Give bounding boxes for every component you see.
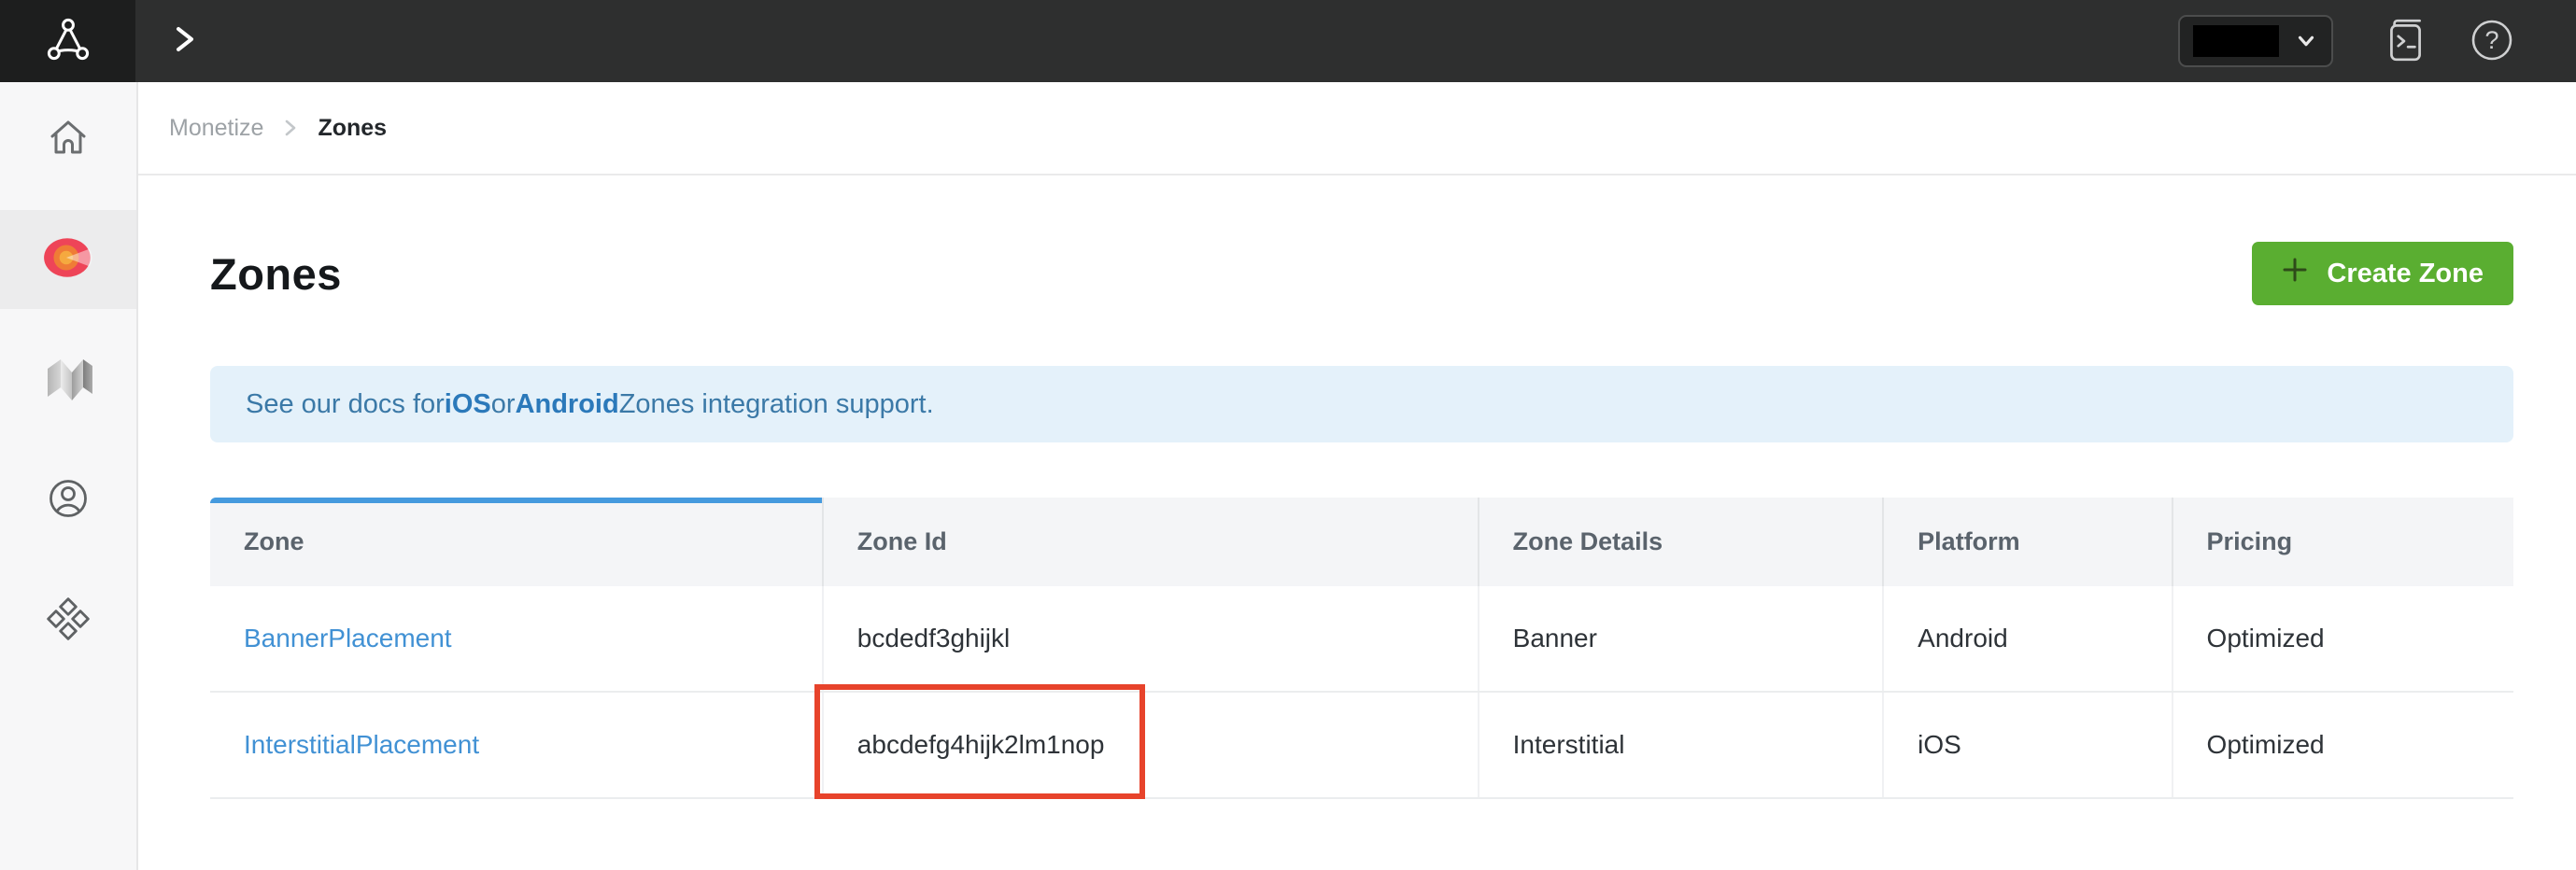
breadcrumb-chevron-icon: [282, 118, 299, 138]
zone-details-cell: Interstitial: [1479, 693, 1885, 797]
docs-terminal-button[interactable]: [2384, 16, 2427, 67]
chevron-right-icon: [169, 22, 199, 61]
banner-text-prefix: See our docs for: [246, 389, 445, 420]
topbar: ?: [0, 0, 2576, 82]
column-header-platform[interactable]: Platform: [1884, 498, 2173, 586]
breadcrumb: Monetize Zones: [138, 82, 2576, 175]
sidebar-item-apps[interactable]: [0, 571, 136, 670]
platform-cell: iOS: [1884, 693, 2173, 797]
sidebar: [0, 82, 138, 870]
android-docs-link[interactable]: Android: [516, 389, 619, 420]
sidebar-item-max[interactable]: [0, 330, 136, 429]
pricing-cell: Optimized: [2173, 586, 2513, 691]
table-row: InterstitialPlacement abcdefg4hijk2lm1no…: [210, 693, 2513, 799]
max-folded-map-icon: [40, 354, 96, 407]
create-zone-label: Create Zone: [2327, 259, 2484, 289]
svg-text:?: ?: [2484, 26, 2498, 54]
page-title: Zones: [210, 248, 342, 300]
main-content: Monetize Zones Zones Create Zone See our…: [138, 82, 2576, 870]
sidebar-item-monetize[interactable]: [0, 210, 136, 309]
zone-id-cell-highlighted: abcdefg4hijk2lm1nop: [824, 693, 1479, 797]
column-header-pricing[interactable]: Pricing: [2173, 498, 2513, 586]
zone-id-cell: bcdedf3ghijkl: [824, 586, 1479, 691]
table-header-row: Zone Zone Id Zone Details Platform Prici…: [210, 498, 2513, 586]
platform-cell: Android: [1884, 586, 2173, 691]
topbar-right-group: ?: [2178, 15, 2576, 67]
zones-table: Zone Zone Id Zone Details Platform Prici…: [210, 498, 2513, 799]
create-zone-button[interactable]: Create Zone: [2252, 242, 2513, 305]
breadcrumb-zones: Zones: [318, 115, 387, 142]
banner-text-conjunction: or: [491, 389, 516, 420]
applovin-triangle-logo-icon: [44, 15, 92, 68]
column-header-zone-id[interactable]: Zone Id: [824, 498, 1479, 586]
pricing-cell: Optimized: [2173, 693, 2513, 797]
plus-icon: [2282, 257, 2308, 290]
chevron-down-icon: [2294, 29, 2318, 53]
user-icon: [46, 476, 91, 526]
zone-details-cell: Banner: [1479, 586, 1885, 691]
column-header-zone-details[interactable]: Zone Details: [1479, 498, 1885, 586]
help-button[interactable]: ?: [2468, 16, 2516, 67]
applovin-logo[interactable]: [0, 0, 135, 82]
terminal-docs-icon: [2384, 16, 2427, 67]
diamond-grid-icon: [45, 596, 92, 647]
home-icon: [46, 115, 91, 164]
table-row: BannerPlacement bcdedf3ghijkl Banner And…: [210, 586, 2513, 693]
zone-link-bannerplacement[interactable]: BannerPlacement: [244, 624, 452, 653]
question-mark-icon: ?: [2468, 16, 2516, 67]
sidebar-item-home[interactable]: [0, 90, 136, 189]
column-header-zone[interactable]: Zone: [210, 498, 824, 586]
sidebar-expand-button[interactable]: [162, 19, 206, 63]
breadcrumb-monetize[interactable]: Monetize: [169, 115, 263, 142]
zone-link-interstitialplacement[interactable]: InterstitialPlacement: [244, 730, 479, 760]
account-name-redacted: [2193, 25, 2279, 57]
banner-text-suffix: Zones integration support.: [619, 389, 934, 420]
account-dropdown[interactable]: [2178, 15, 2333, 67]
ios-docs-link[interactable]: iOS: [445, 389, 491, 420]
docs-info-banner: See our docs for iOS or Android Zones in…: [210, 366, 2513, 442]
monetize-target-icon: [41, 235, 95, 285]
sidebar-item-account[interactable]: [0, 451, 136, 550]
